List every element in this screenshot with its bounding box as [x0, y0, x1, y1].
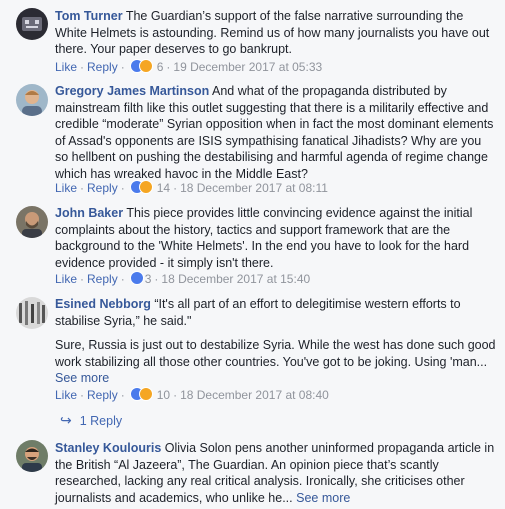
comment-actions: Like · Reply · 10 · 18 December 2017 at 08:40: [55, 387, 329, 402]
comment-text: And what of the propaganda distributed b…: [55, 84, 494, 181]
angry-reaction-icon: [138, 59, 153, 73]
comment-body: Stanley Koulouris Olivia Solon pens anot…: [55, 440, 497, 506]
reply-button[interactable]: Reply: [87, 272, 118, 286]
avatar[interactable]: [16, 8, 48, 40]
avatar[interactable]: [16, 84, 48, 116]
comment-timestamp[interactable]: 18 December 2017 at 15:40: [161, 272, 310, 286]
angry-reaction-icon: [138, 387, 153, 401]
avatar[interactable]: [16, 206, 48, 238]
reply-button[interactable]: Reply: [87, 388, 118, 402]
avatar[interactable]: [16, 297, 48, 329]
reaction-icons[interactable]: [129, 180, 156, 194]
comment-timestamp[interactable]: 19 December 2017 at 05:33: [173, 60, 322, 74]
comment-author[interactable]: Gregory James Martinson: [55, 84, 209, 98]
view-replies-link[interactable]: ↪ 1 Reply: [60, 412, 122, 429]
like-reaction-icon: [129, 271, 144, 285]
reply-button[interactable]: Reply: [87, 181, 118, 195]
like-button[interactable]: Like: [55, 388, 77, 402]
reaction-icons[interactable]: [129, 387, 156, 401]
comment-author[interactable]: Esined Nebborg: [55, 297, 151, 311]
like-button[interactable]: Like: [55, 60, 77, 74]
comment-timestamp[interactable]: 18 December 2017 at 08:11: [180, 181, 328, 195]
comment-actions: Like · Reply · 14 · 18 December 2017 at 08:11: [55, 180, 328, 195]
reaction-icons[interactable]: [129, 59, 156, 73]
like-button[interactable]: Like: [55, 181, 77, 195]
comment-body-paragraph: Sure, Russia is just out to destabilize …: [55, 337, 497, 387]
comment-body: Gregory James Martinson And what of the …: [55, 83, 497, 182]
comment-author[interactable]: Stanley Koulouris: [55, 441, 161, 455]
comment-actions: Like · Reply · 3 · 18 December 2017 at 15:40: [55, 271, 311, 286]
reaction-count[interactable]: 14: [157, 181, 170, 195]
avatar[interactable]: [16, 440, 48, 472]
reply-button[interactable]: Reply: [87, 60, 118, 74]
replies-count[interactable]: 1 Reply: [80, 414, 122, 428]
see-more-link[interactable]: See more: [296, 491, 350, 505]
comment-author[interactable]: Tom Turner: [55, 9, 123, 23]
reply-arrow-icon: ↪: [60, 412, 72, 428]
angry-reaction-icon: [138, 180, 153, 194]
comment-timestamp[interactable]: 18 December 2017 at 08:40: [180, 388, 329, 402]
reaction-count[interactable]: 10: [157, 388, 170, 402]
comment-body: Tom Turner The Guardian’s support of the…: [55, 8, 497, 58]
see-more-link[interactable]: See more: [55, 371, 109, 385]
like-button[interactable]: Like: [55, 272, 77, 286]
reaction-icons[interactable]: [129, 271, 144, 285]
comment-body: John Baker This piece provides little co…: [55, 205, 497, 271]
comment-author[interactable]: John Baker: [55, 206, 123, 220]
comment-actions: Like · Reply · 6 · 19 December 2017 at 05:33: [55, 59, 323, 74]
reaction-count[interactable]: 6: [157, 60, 164, 74]
comments-panel: Tom Turner The Guardian’s support of the…: [0, 0, 505, 509]
comment-text: Sure, Russia is just out to destabilize …: [55, 338, 496, 369]
reaction-count[interactable]: 3: [145, 272, 152, 286]
comment-body: Esined Nebborg “It's all part of an effo…: [55, 296, 497, 329]
